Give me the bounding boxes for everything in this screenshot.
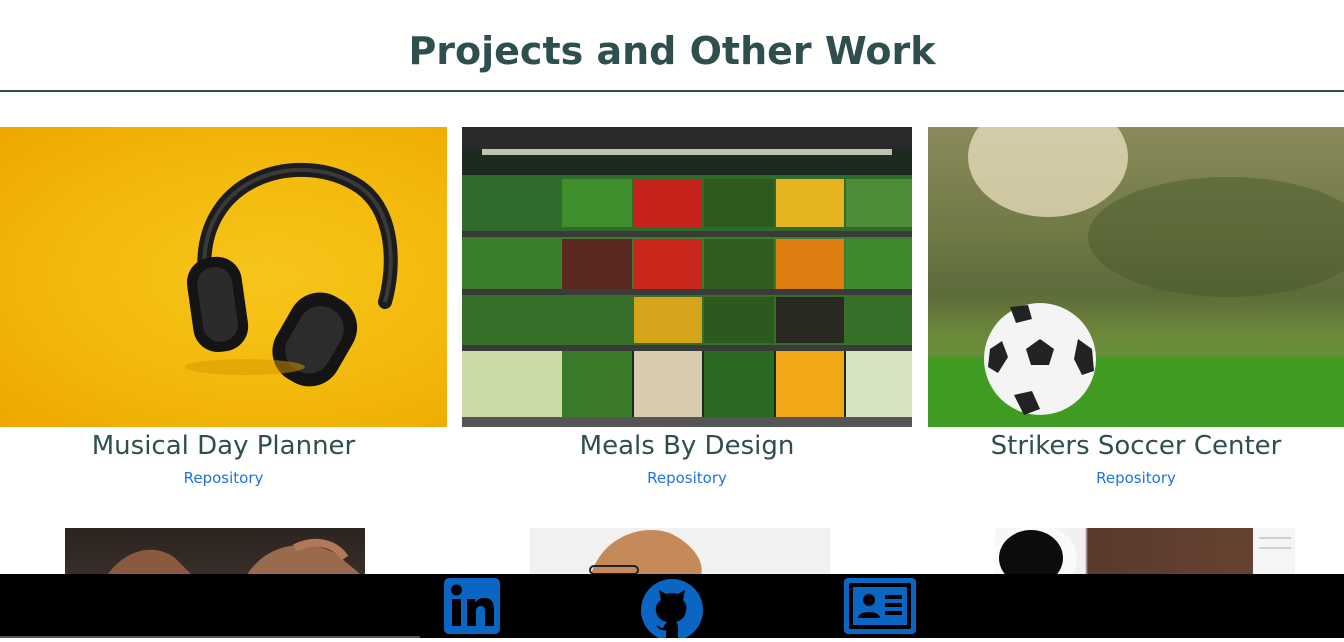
soccer-illustration xyxy=(928,127,1344,427)
produce-shelves-photo xyxy=(462,127,912,427)
project-title: Strikers Soccer Center xyxy=(990,431,1282,461)
contact-card-icon[interactable] xyxy=(844,578,916,638)
project-thumbnail-woman xyxy=(530,528,830,578)
project-title: Meals By Design xyxy=(579,431,795,461)
project-card-strikers-soccer-center: Strikers Soccer Center Repository xyxy=(928,127,1344,487)
hands-photo xyxy=(105,538,365,578)
github-icon[interactable] xyxy=(640,578,704,642)
page-header: Projects and Other Work xyxy=(0,0,1344,92)
repository-link[interactable]: Repository xyxy=(928,468,1344,488)
coffee-desk-photo xyxy=(995,528,1295,578)
project-thumbnail-coffee xyxy=(995,528,1295,578)
footer xyxy=(0,574,1344,641)
page-title: Projects and Other Work xyxy=(408,29,936,73)
linkedin-icon[interactable] xyxy=(444,578,500,638)
project-thumbnail-hands xyxy=(65,528,365,578)
repository-link[interactable]: Repository xyxy=(0,468,447,488)
produce-illustration xyxy=(462,127,912,427)
project-card-musical-day-planner: Musical Day Planner Repository xyxy=(0,127,447,487)
repository-link[interactable]: Repository xyxy=(462,468,912,488)
woman-with-glasses-photo xyxy=(589,530,702,578)
soccer-ball-photo xyxy=(928,127,1344,427)
headphones-photo xyxy=(0,127,447,427)
headphones-illustration xyxy=(185,162,398,387)
project-title: Musical Day Planner xyxy=(91,431,356,461)
project-card-meals-by-design: Meals By Design Repository xyxy=(462,127,912,487)
